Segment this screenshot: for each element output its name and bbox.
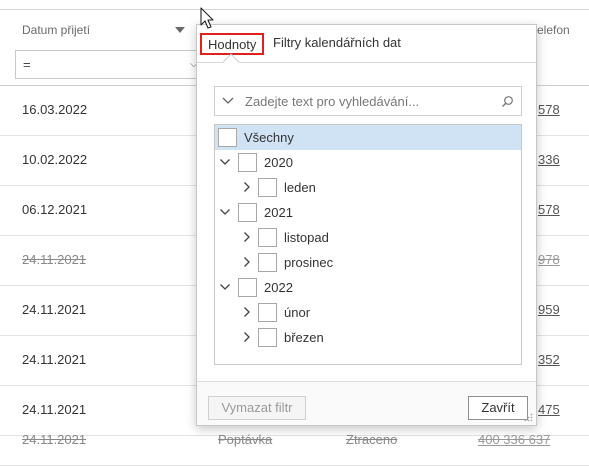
tree-node-label: únor	[284, 305, 311, 320]
tree-node-label: 2020	[264, 155, 293, 170]
checkbox[interactable]	[238, 278, 257, 297]
column-filter-icon[interactable]	[175, 27, 185, 33]
cell-date: 24.11.2021	[22, 432, 87, 447]
values-tree: Všechny 2020 leden 2021 listopad prosinec 2022…	[214, 124, 522, 365]
tree-node[interactable]: únor	[215, 300, 521, 325]
chevron-down-icon[interactable]	[219, 156, 231, 168]
column-header-date[interactable]: Datum přijetí	[22, 23, 90, 37]
cell-phone-link[interactable]: 578	[538, 102, 560, 117]
chevron-right-icon[interactable]	[241, 256, 253, 268]
close-button[interactable]: Zavřít	[468, 396, 528, 420]
checkbox[interactable]	[258, 253, 277, 272]
chevron-down-icon[interactable]	[219, 281, 231, 293]
cell-date: 24.11.2021	[22, 252, 87, 267]
chevron-down-icon[interactable]	[219, 206, 231, 218]
tree-node-label: prosinec	[284, 255, 334, 270]
mouse-pointer-icon	[200, 7, 214, 29]
cell-phone-link[interactable]: 336	[538, 152, 560, 167]
tree-node[interactable]: 2021	[215, 200, 521, 225]
tree-node[interactable]: Všechny	[215, 125, 521, 150]
tree-node[interactable]: 2020	[215, 150, 521, 175]
search-box[interactable]	[214, 86, 522, 116]
cell-phone-link[interactable]: 578	[538, 202, 560, 217]
cell-date: 06.12.2021	[22, 202, 88, 217]
search-input[interactable]	[245, 92, 493, 111]
filter-operator: =	[23, 57, 31, 72]
checkbox[interactable]	[238, 203, 257, 222]
popup-footer: Vymazat filtr Zavřít	[197, 382, 536, 425]
grid-top-border	[0, 9, 589, 10]
cell-date: 10.02.2022	[22, 152, 88, 167]
tab-divider	[197, 62, 536, 63]
chevron-right-icon[interactable]	[241, 231, 253, 243]
tab-date-filters[interactable]: Filtry kalendářních dat	[273, 33, 401, 55]
tree-node[interactable]: listopad	[215, 225, 521, 250]
tree-node[interactable]: prosinec	[215, 250, 521, 275]
filter-popup: Hodnoty Filtry kalendářních dat Všechny 2…	[196, 24, 537, 426]
tree-node-label: listopad	[284, 230, 329, 245]
date-filter-cell[interactable]: = ⌵	[15, 50, 205, 79]
cell-type: Poptávka	[218, 432, 273, 447]
checkbox[interactable]	[238, 153, 257, 172]
cell-date: 24.11.2021	[22, 302, 87, 317]
checkbox[interactable]	[258, 303, 277, 322]
checkbox[interactable]	[218, 128, 237, 147]
chevron-down-icon[interactable]	[221, 94, 235, 108]
checkbox[interactable]	[258, 328, 277, 347]
tree-node-label: leden	[284, 180, 316, 195]
tree-node-label: 2021	[264, 205, 293, 220]
tree-node-label: březen	[284, 330, 324, 345]
tab-values[interactable]: Hodnoty	[200, 33, 265, 55]
cell-date: 24.11.2021	[22, 352, 87, 367]
cell-date: 16.03.2022	[22, 102, 88, 117]
tree-node[interactable]: leden	[215, 175, 521, 200]
checkbox[interactable]	[258, 178, 277, 197]
cell-status: Ztraceno	[346, 432, 398, 447]
tree-node-label: Všechny	[244, 130, 294, 145]
tree-node[interactable]: 2022	[215, 275, 521, 300]
chevron-right-icon[interactable]	[241, 331, 253, 343]
search-icon[interactable]	[501, 95, 514, 108]
chevron-right-icon[interactable]	[241, 306, 253, 318]
cell-phone-link[interactable]: 352	[538, 352, 560, 367]
cell-phone-link[interactable]: 475	[538, 402, 560, 417]
chevron-right-icon[interactable]	[241, 181, 253, 193]
cell-phone-link[interactable]: 959	[538, 302, 560, 317]
cell-phone-link[interactable]: 978	[538, 252, 560, 267]
resize-grip-icon[interactable]	[523, 412, 533, 422]
tree-node-label: 2022	[264, 280, 293, 295]
active-tab-indicator	[222, 53, 240, 71]
clear-filter-button[interactable]: Vymazat filtr	[208, 396, 306, 420]
column-header-phone[interactable]: elefon	[537, 23, 570, 37]
cell-phone-link[interactable]: 400 336 637	[478, 432, 550, 447]
popup-tabbar: Hodnoty Filtry kalendářních dat	[197, 25, 536, 71]
cell-date: 24.11.2021	[22, 402, 87, 417]
checkbox[interactable]	[258, 228, 277, 247]
tree-node[interactable]: březen	[215, 325, 521, 350]
